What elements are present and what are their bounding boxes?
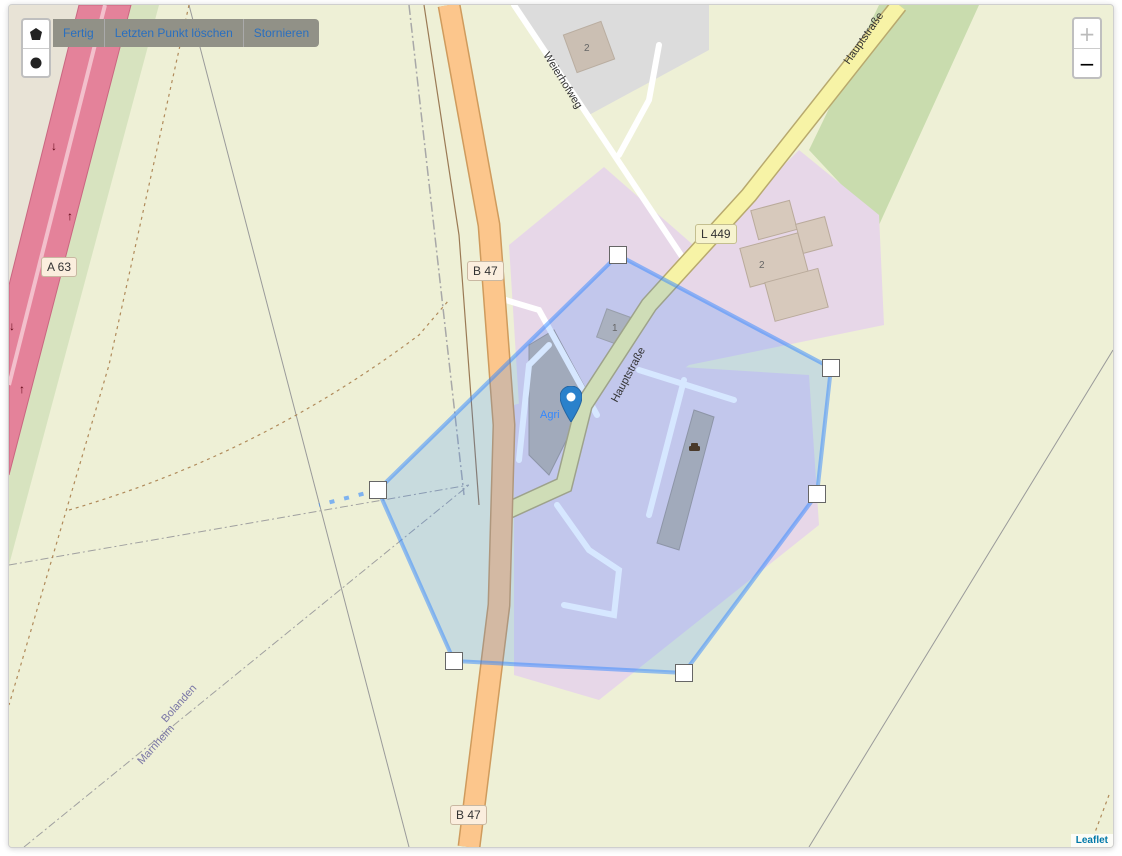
zoom-out-button[interactable]: − [1074,48,1100,78]
vertex-handle[interactable] [808,485,826,503]
vertex-handle[interactable] [822,359,840,377]
label-house-right: 2 [759,260,765,271]
label-house-mid: 1 [612,323,618,334]
arrow-up-icon-2: ↑ [19,382,25,396]
shield-a63: A 63 [41,257,78,277]
vertex-handle[interactable] [609,246,627,264]
zoom-control: + − [1072,17,1102,79]
zoom-in-button[interactable]: + [1074,19,1100,48]
vertex-handle[interactable] [675,664,693,682]
map-container[interactable]: Weierhofweg Hauptstraße Hauptstraße 2 2 … [8,4,1114,848]
polygon-icon [30,28,42,40]
shield-b47-top: B 47 [467,261,504,281]
arrow-up-icon: ↑ [67,209,73,223]
arrow-down-icon-2: ↓ [9,319,15,333]
shield-l449: L 449 [695,224,737,244]
delete-last-point-button[interactable]: Letzten Punkt löschen [105,19,244,47]
location-marker-icon[interactable] [559,385,583,427]
circle-icon [30,57,42,69]
draw-tool-group [21,18,51,78]
vertex-handle[interactable] [369,481,387,499]
arrow-down-icon: ↓ [51,139,57,153]
circle-tool-button[interactable] [23,48,49,77]
cancel-button[interactable]: Stornieren [244,19,319,47]
label-house-top: 2 [584,43,590,54]
label-marker: Agri [540,409,560,421]
shield-b47-bottom: B 47 [450,805,487,825]
draw-actions: Fertig Letzten Punkt löschen Stornieren [53,19,320,47]
polygon-tool-button[interactable] [23,20,49,48]
finish-button[interactable]: Fertig [53,19,105,47]
attribution-link[interactable]: Leaflet [1070,834,1113,847]
vertex-handle[interactable] [445,652,463,670]
